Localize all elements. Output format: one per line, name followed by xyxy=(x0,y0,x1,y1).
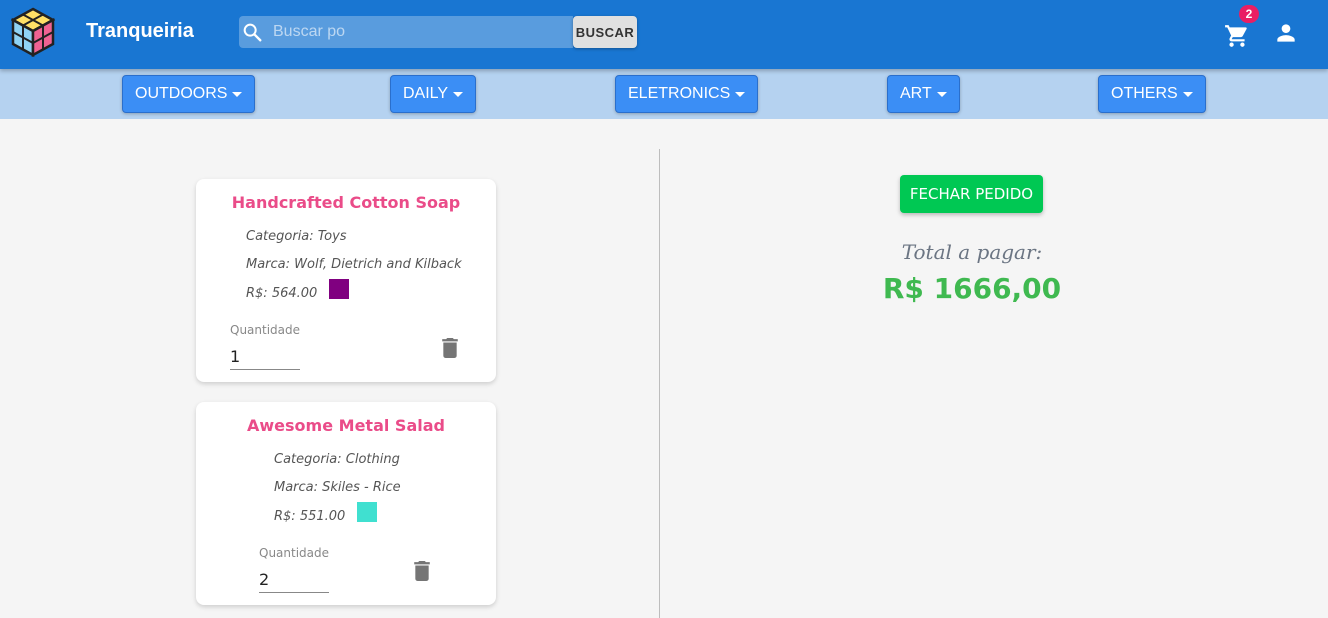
category-label: ELETRONICS xyxy=(628,85,731,102)
caret-down-icon xyxy=(232,91,243,97)
product-price: R$: 564.00 xyxy=(246,286,318,301)
account-icon[interactable] xyxy=(1273,20,1299,46)
product-category: Categoria: Clothing xyxy=(274,452,400,467)
app-bar: Tranqueiria BUSCAR 2 xyxy=(0,0,1328,69)
search-box xyxy=(239,16,573,48)
product-color-swatch xyxy=(329,279,349,299)
logo-icon[interactable] xyxy=(11,7,55,57)
product-title: Handcrafted Cotton Soap xyxy=(231,193,461,212)
trash-icon[interactable] xyxy=(442,338,458,358)
product-title: Awesome Metal Salad xyxy=(247,416,445,435)
caret-down-icon xyxy=(453,91,464,97)
cart-icon[interactable] xyxy=(1224,23,1250,49)
category-eletronics-dropdown[interactable]: ELETRONICS xyxy=(615,75,759,113)
quantity-label: Quantidade xyxy=(259,546,330,560)
product-brand: Marca: Skiles - Rice xyxy=(274,480,401,495)
category-label: OTHERS xyxy=(1111,85,1178,102)
category-label: OUTDOORS xyxy=(135,85,228,102)
quantity-label: Quantidade xyxy=(230,323,301,337)
quantity-input[interactable] xyxy=(259,567,329,593)
caret-down-icon xyxy=(1182,91,1193,97)
category-art-dropdown[interactable]: ART xyxy=(887,75,960,113)
cart-item-card: Handcrafted Cotton Soap Categoria: Toys … xyxy=(196,179,496,382)
category-bar: OUTDOORS DAILY ELETRONICS ART OTHERS xyxy=(0,69,1328,119)
product-category: Categoria: Toys xyxy=(246,229,347,244)
brand-title[interactable]: Tranqueiria xyxy=(86,20,194,43)
column-divider xyxy=(659,149,660,618)
category-label: DAILY xyxy=(403,85,449,102)
quantity-input[interactable] xyxy=(230,344,300,370)
product-color-swatch xyxy=(357,502,377,522)
search-input[interactable] xyxy=(273,16,573,48)
cart-count-badge: 2 xyxy=(1239,5,1259,23)
search-icon xyxy=(243,23,262,42)
total-value: R$ 1666,00 xyxy=(882,272,1062,305)
search-button[interactable]: BUSCAR xyxy=(573,16,637,48)
cart-item-card: Awesome Metal Salad Categoria: Clothing … xyxy=(196,402,496,605)
total-label: Total a pagar: xyxy=(901,240,1043,264)
caret-down-icon xyxy=(735,91,746,97)
caret-down-icon xyxy=(936,91,947,97)
category-daily-dropdown[interactable]: DAILY xyxy=(390,75,477,113)
category-others-dropdown[interactable]: OTHERS xyxy=(1098,75,1206,113)
category-label: ART xyxy=(900,85,932,102)
product-brand: Marca: Wolf, Dietrich and Kilback xyxy=(246,257,462,272)
checkout-button[interactable]: FECHAR PEDIDO xyxy=(900,175,1043,213)
product-price: R$: 551.00 xyxy=(274,509,346,524)
category-outdoors-dropdown[interactable]: OUTDOORS xyxy=(122,75,256,113)
trash-icon[interactable] xyxy=(414,561,430,581)
